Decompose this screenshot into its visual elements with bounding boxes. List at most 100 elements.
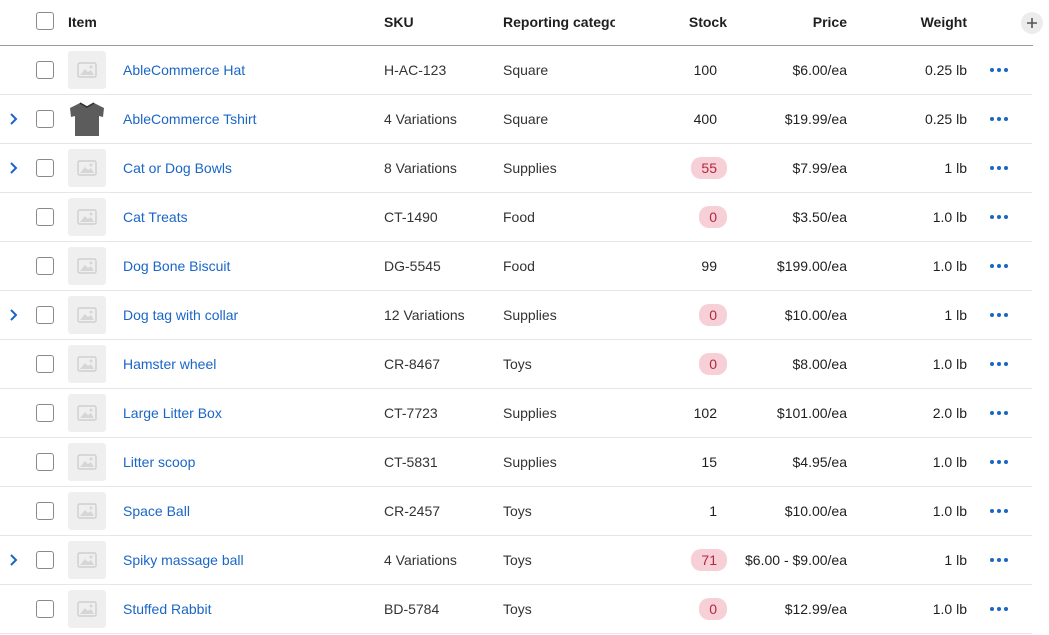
sku-cell: CR-2457 [384,503,441,519]
row-checkbox[interactable] [36,355,54,373]
column-header-stock[interactable]: Stock [640,0,727,45]
row-checkbox[interactable] [36,551,54,569]
category-cell: Food [503,209,535,225]
item-name-link[interactable]: Cat or Dog Bowls [123,144,232,192]
table-row[interactable]: Dog Bone Biscuit DG-5545 Food 99 $199.00/ea 1… [0,242,1032,291]
table-row[interactable]: Cat or Dog Bowls 8 Variations Supplies 55 $7… [0,144,1032,193]
more-actions-icon[interactable] [989,508,1009,514]
category-cell: Toys [503,503,532,519]
sku-cell: CT-7723 [384,405,438,421]
sku-cell: H-AC-123 [384,62,447,78]
more-actions-icon[interactable] [989,312,1009,318]
row-checkbox[interactable] [36,159,54,177]
weight-cell: 1.0 lb [932,503,967,519]
row-checkbox[interactable] [36,404,54,422]
product-thumbnail [68,198,106,236]
stock-cell: 15 [701,454,717,470]
row-checkbox[interactable] [36,257,54,275]
category-cell: Toys [503,552,532,568]
stock-cell: 400 [693,111,717,127]
table-row[interactable]: AbleCommerce Hat H-AC-123 Square 100 $6.00/e… [0,46,1032,95]
table-row[interactable]: Dog tag with collar 12 Variations Supplies… [0,291,1032,340]
product-thumbnail [68,149,106,187]
price-cell: $7.99/ea [792,160,848,176]
item-name-link[interactable]: Hamster wheel [123,340,216,388]
item-name-link[interactable]: Dog Bone Biscuit [123,242,230,290]
table-row[interactable]: Cat Treats CT-1490 Food 0 $3.50/ea 1.0 lb [0,193,1032,242]
more-actions-icon[interactable] [989,263,1009,269]
weight-cell: 1.0 lb [932,601,967,617]
item-name-link[interactable]: Dog tag with collar [123,291,238,339]
more-actions-icon[interactable] [989,557,1009,563]
chevron-right-icon[interactable] [7,307,21,323]
more-actions-icon[interactable] [989,67,1009,73]
row-checkbox[interactable] [36,61,54,79]
item-name-link[interactable]: Spiky massage ball [123,536,244,584]
product-thumbnail [68,345,106,383]
row-checkbox[interactable] [36,453,54,471]
row-checkbox[interactable] [36,306,54,324]
product-thumbnail [68,443,106,481]
image-placeholder-icon [77,307,97,323]
weight-cell: 2.0 lb [932,405,967,421]
column-header-sku[interactable]: SKU [384,0,414,45]
category-cell: Supplies [503,454,557,470]
more-actions-icon[interactable] [989,165,1009,171]
item-name-link[interactable]: Large Litter Box [123,389,222,437]
price-cell: $3.50/ea [792,209,848,225]
table-row[interactable]: Litter scoop CT-5831 Supplies 15 $4.95/ea 1.0… [0,438,1032,487]
weight-cell: 1.0 lb [932,454,967,470]
add-column-button[interactable] [1021,12,1043,34]
chevron-right-icon[interactable] [7,160,21,176]
more-actions-icon[interactable] [989,116,1009,122]
weight-cell: 1.0 lb [932,356,967,372]
item-name-link[interactable]: AbleCommerce Hat [123,46,245,94]
weight-cell: 1 lb [944,160,967,176]
more-actions-icon[interactable] [989,214,1009,220]
item-name-link[interactable]: Space Ball [123,487,190,535]
more-actions-icon[interactable] [989,361,1009,367]
row-checkbox[interactable] [36,208,54,226]
more-actions-icon[interactable] [989,410,1009,416]
column-header-weight[interactable]: Weight [880,0,967,45]
image-placeholder-icon [77,454,97,470]
chevron-right-icon[interactable] [7,552,21,568]
row-checkbox[interactable] [36,110,54,128]
price-cell: $6.00 - $9.00/ea [745,552,847,568]
item-name-link[interactable]: Stuffed Rabbit [123,585,211,633]
table-row[interactable]: Large Litter Box CT-7723 Supplies 102 $101.0… [0,389,1032,438]
chevron-right-icon[interactable] [7,111,21,127]
select-all-checkbox[interactable] [36,12,54,30]
table-row[interactable]: Stuffed Rabbit BD-5784 Toys 0 $12.99/ea 1.0 l… [0,585,1032,634]
column-header-reporting-category[interactable]: Reporting catego [503,0,615,45]
category-cell: Square [503,111,549,127]
stock-cell: 0 [640,193,727,241]
more-actions-icon[interactable] [989,459,1009,465]
item-name-link[interactable]: AbleCommerce Tshirt [123,95,257,143]
category-cell: Food [503,258,535,274]
image-placeholder-icon [77,62,97,78]
column-header-price[interactable]: Price [740,0,847,45]
weight-cell: 1 lb [944,307,967,323]
weight-cell: 1.0 lb [932,209,967,225]
sku-cell: BD-5784 [384,601,440,617]
image-placeholder-icon [77,160,97,176]
row-checkbox[interactable] [36,502,54,520]
table-row[interactable]: Space Ball CR-2457 Toys 1 $10.00/ea 1.0 lb [0,487,1032,536]
table-row[interactable]: AbleCommerce Tshirt 4 Variations Square 400… [0,95,1032,144]
item-name-link[interactable]: Cat Treats [123,193,188,241]
weight-cell: 1.0 lb [932,258,967,274]
row-checkbox[interactable] [36,600,54,618]
product-thumbnail [68,100,106,138]
table-row[interactable]: Spiky massage ball 4 Variations Toys 71 $6.0… [0,536,1032,585]
stock-cell: 0 [640,340,727,388]
sku-cell: 4 Variations [384,111,457,127]
column-header-item[interactable]: Item [68,0,97,45]
image-placeholder-icon [77,258,97,274]
item-name-link[interactable]: Litter scoop [123,438,195,486]
product-thumbnail [68,394,106,432]
table-row[interactable]: Hamster wheel CR-8467 Toys 0 $8.00/ea 1.0 lb [0,340,1032,389]
price-cell: $199.00/ea [776,258,847,274]
tshirt-icon [70,102,104,136]
more-actions-icon[interactable] [989,606,1009,612]
